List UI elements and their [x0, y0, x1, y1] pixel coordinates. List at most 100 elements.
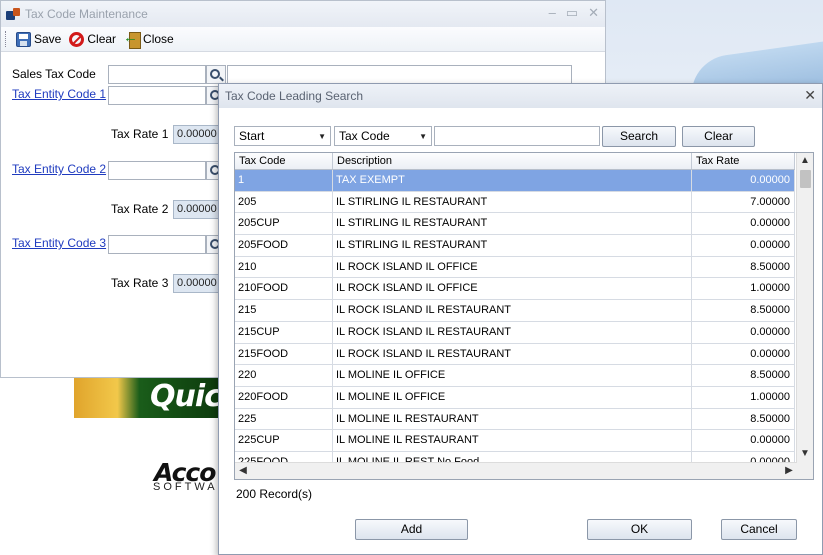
cell-tax-code: 220 [235, 365, 333, 386]
brand-banner: Quic [74, 378, 222, 418]
cell-tax-rate: 0.00000 [692, 170, 795, 191]
table-row[interactable]: 220 IL MOLINE IL OFFICE 8.50000 [235, 365, 795, 387]
cell-description: IL MOLINE IL OFFICE [333, 386, 692, 408]
add-button[interactable]: Add [355, 519, 468, 540]
close-label: Close [143, 32, 174, 46]
cell-tax-code: 220FOOD [235, 386, 333, 408]
cell-tax-code: 215CUP [235, 321, 333, 343]
cell-tax-code: 205 [235, 191, 333, 213]
brand-sub-text: SOFTWA [153, 481, 218, 493]
table-row[interactable]: 205CUP IL STIRLING IL RESTAURANT 0.00000 [235, 213, 795, 236]
search-value-input[interactable] [434, 126, 600, 146]
vertical-scrollbar[interactable]: ▲ ▼ [796, 153, 813, 479]
main-title-bar: Tax Code Maintenance – ▭ ✕ [1, 1, 605, 27]
cell-description: IL MOLINE IL RESTAURANT [333, 430, 692, 451]
main-window-title: Tax Code Maintenance [25, 7, 148, 21]
cell-tax-rate: 0.00000 [692, 213, 795, 235]
match-mode-value: Start [239, 129, 265, 143]
cell-tax-rate: 0.00000 [692, 430, 795, 451]
table-row[interactable]: 205 IL STIRLING IL RESTAURANT 7.00000 [235, 191, 795, 214]
toolbar-grip [5, 31, 8, 47]
table-row[interactable]: 215 IL ROCK ISLAND IL RESTAURANT 8.50000 [235, 300, 795, 322]
table-row[interactable]: 225CUP IL MOLINE IL RESTAURANT 0.00000 [235, 430, 795, 452]
clear-button[interactable]: Clear [69, 31, 116, 47]
cell-description: IL STIRLING IL RESTAURANT [333, 213, 692, 235]
floppy-disk-icon [16, 31, 31, 47]
tax-entity-code-1-input[interactable] [108, 86, 206, 105]
tax-code-search-dialog: Tax Code Leading Search ✕ Start ▼ Tax Co… [218, 83, 823, 555]
sales-tax-code-description-input[interactable] [227, 65, 572, 84]
sales-tax-code-lookup-button[interactable] [206, 65, 226, 84]
tax-entity-code-2-link[interactable]: Tax Entity Code 2 [12, 162, 106, 176]
scroll-thumb[interactable] [800, 170, 811, 188]
table-row[interactable]: 210 IL ROCK ISLAND IL OFFICE 8.50000 [235, 256, 795, 279]
cell-tax-code: 215FOOD [235, 343, 333, 365]
table-row[interactable]: 215FOOD IL ROCK ISLAND IL RESTAURANT 0.000… [235, 343, 795, 366]
search-field-select[interactable]: Tax Code ▼ [334, 126, 432, 146]
tax-rate-3-value: 0.00000 [173, 274, 219, 293]
grid-body: 1 TAX EXEMPT 0.00000 205 IL STIRLING IL REST… [235, 170, 795, 474]
tax-rate-3-label: Tax Rate 3 [111, 276, 169, 290]
search-button[interactable]: Search [602, 126, 676, 147]
table-row[interactable]: 205FOOD IL STIRLING IL RESTAURANT 0.00000 [235, 235, 795, 257]
horizontal-scrollbar[interactable]: ◀ ▶ [235, 462, 797, 479]
dialog-title-bar: Tax Code Leading Search ✕ [219, 84, 822, 108]
column-header-tax-code[interactable]: Tax Code [235, 153, 333, 169]
table-row[interactable]: 220FOOD IL MOLINE IL OFFICE 1.00000 [235, 386, 795, 409]
column-header-tax-rate[interactable]: Tax Rate [692, 153, 795, 169]
toolbar: Save Clear Close [1, 27, 605, 52]
tax-rate-1-value: 0.00000 [173, 125, 219, 144]
column-header-description[interactable]: Description [333, 153, 692, 169]
no-entry-icon [69, 31, 85, 47]
cell-tax-rate: 1.00000 [692, 278, 795, 300]
tax-rate-2-value: 0.00000 [173, 200, 219, 219]
cell-description: IL ROCK ISLAND IL OFFICE [333, 256, 692, 278]
dropdown-arrow-icon: ▼ [318, 131, 326, 141]
ok-button[interactable]: OK [587, 519, 692, 540]
match-mode-select[interactable]: Start ▼ [234, 126, 331, 146]
cell-tax-code: 1 [235, 170, 333, 191]
save-button[interactable]: Save [16, 31, 61, 47]
close-button[interactable]: Close [123, 29, 174, 49]
cell-description: IL ROCK ISLAND IL RESTAURANT [333, 343, 692, 365]
cell-tax-rate: 8.50000 [692, 365, 795, 386]
search-field-value: Tax Code [339, 129, 390, 143]
cell-tax-code: 205CUP [235, 213, 333, 235]
cell-tax-code: 205FOOD [235, 235, 333, 256]
cell-tax-rate: 0.00000 [692, 321, 795, 343]
window-close-button[interactable]: ✕ [588, 5, 599, 21]
cancel-button[interactable]: Cancel [721, 519, 797, 540]
cell-description: IL STIRLING IL RESTAURANT [333, 191, 692, 213]
sales-tax-code-input[interactable] [108, 65, 206, 84]
cell-tax-rate: 0.00000 [692, 343, 795, 365]
grid-header: Tax Code Description Tax Rate [235, 153, 795, 170]
cell-tax-rate: 8.50000 [692, 300, 795, 321]
cell-tax-code: 225CUP [235, 430, 333, 451]
dialog-close-button[interactable]: ✕ [804, 87, 816, 104]
table-row[interactable]: 1 TAX EXEMPT 0.00000 [235, 170, 795, 192]
scroll-down-icon[interactable]: ▼ [797, 446, 813, 462]
restore-button[interactable]: ▭ [566, 5, 578, 21]
cell-tax-rate: 1.00000 [692, 386, 795, 408]
table-row[interactable]: 215CUP IL ROCK ISLAND IL RESTAURANT 0.0000… [235, 321, 795, 344]
cell-tax-code: 215 [235, 300, 333, 321]
sales-tax-code-label: Sales Tax Code [12, 67, 96, 81]
dropdown-arrow-icon: ▼ [419, 131, 427, 141]
cell-tax-code: 225 [235, 408, 333, 430]
tax-entity-code-1-link[interactable]: Tax Entity Code 1 [12, 87, 106, 101]
magnifier-icon [210, 68, 220, 79]
table-row[interactable]: 210FOOD IL ROCK ISLAND IL OFFICE 1.00000 [235, 278, 795, 301]
minimize-button[interactable]: – [549, 5, 556, 21]
tax-rate-2-label: Tax Rate 2 [111, 202, 169, 216]
tax-entity-code-2-input[interactable] [108, 161, 206, 180]
scroll-right-icon[interactable]: ▶ [781, 463, 797, 479]
scroll-up-icon[interactable]: ▲ [797, 153, 813, 169]
scroll-left-icon[interactable]: ◀ [235, 463, 251, 479]
tax-entity-code-3-input[interactable] [108, 235, 206, 254]
tax-rate-1-label: Tax Rate 1 [111, 127, 169, 141]
table-row[interactable]: 225 IL MOLINE IL RESTAURANT 8.50000 [235, 408, 795, 431]
cell-tax-rate: 7.00000 [692, 191, 795, 213]
tax-entity-code-3-link[interactable]: Tax Entity Code 3 [12, 236, 106, 250]
cell-tax-code: 210 [235, 256, 333, 278]
dialog-clear-button[interactable]: Clear [682, 126, 755, 147]
